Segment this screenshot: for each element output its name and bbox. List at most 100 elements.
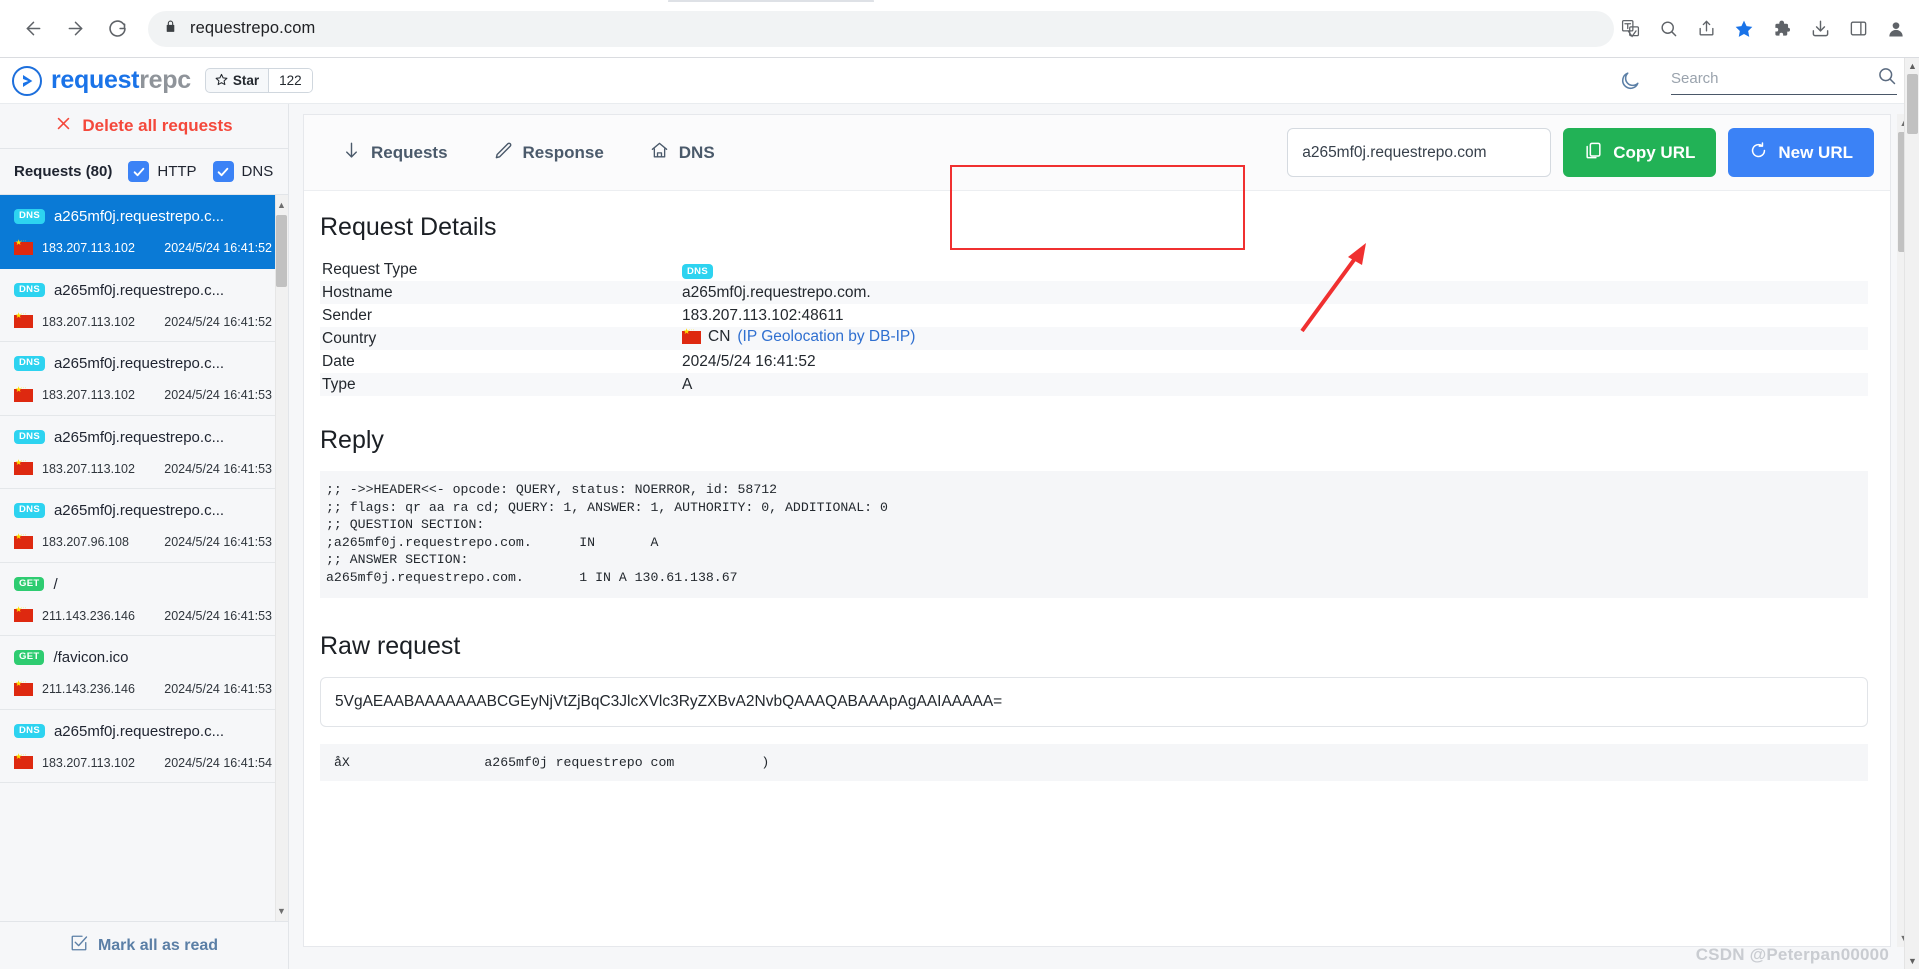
- request-host: /favicon.ico: [53, 649, 129, 666]
- detail-value: 2024/5/24 16:41:52: [682, 352, 816, 370]
- url-input-value: a265mf0j.requestrepo.com: [1302, 143, 1487, 161]
- list-item-header: DNS a265mf0j.requestrepo.c...: [14, 429, 272, 446]
- download-arrow-icon: [342, 141, 361, 165]
- ip-geolocation-link[interactable]: (IP Geolocation by DB-IP): [737, 328, 915, 346]
- request-type-badge: GET: [14, 650, 45, 665]
- request-host: a265mf0j.requestrepo.c...: [53, 281, 225, 299]
- copy-url-button[interactable]: Copy URL: [1563, 128, 1717, 177]
- search-input[interactable]: [1671, 70, 1869, 87]
- request-host: a265mf0j.requestrepo.c...: [53, 722, 225, 740]
- request-type-badge: DNS: [14, 282, 45, 298]
- star-button[interactable]: Star: [206, 69, 268, 92]
- url-input[interactable]: a265mf0j.requestrepo.com: [1287, 128, 1552, 177]
- brand-name-first: request: [51, 66, 140, 94]
- list-item-header: DNS a265mf0j.requestrepo.c...: [14, 723, 272, 740]
- country-value-group: CN (IP Geolocation by DB-IP): [682, 328, 915, 346]
- country-flag-cn-icon: [14, 533, 33, 549]
- request-ip: 183.207.96.108: [42, 535, 129, 549]
- sidebar-scrollbar-thumb[interactable]: [276, 215, 287, 287]
- tab-response[interactable]: Response: [494, 141, 604, 165]
- list-item[interactable]: DNS a265mf0j.requestrepo.c... 183.207.11…: [0, 195, 288, 269]
- request-time: 2024/5/24 16:41:52: [164, 241, 272, 255]
- tab-dns[interactable]: DNS: [650, 141, 715, 165]
- main-column: Requests Response DNS a265mf0j.requestre…: [289, 104, 1919, 969]
- main-card: Requests Response DNS a265mf0j.requestre…: [303, 114, 1891, 947]
- list-item[interactable]: GET /favicon.ico 211.143.236.146 2024/5/…: [0, 636, 288, 710]
- browser-toolbar: requestrepo.com: [0, 0, 1919, 58]
- country-flag-cn-icon: [14, 680, 33, 696]
- list-item-header: DNS a265mf0j.requestrepo.c...: [14, 502, 272, 519]
- sidebar-scrollbar[interactable]: ▲ ▼: [275, 195, 288, 921]
- list-item-meta: 183.207.113.102 2024/5/24 16:41:52: [14, 312, 272, 329]
- star-count: 122: [268, 69, 312, 92]
- search-icon[interactable]: [1877, 66, 1897, 91]
- filter-dns[interactable]: DNS: [212, 161, 273, 182]
- main-toolbar: Requests Response DNS a265mf0j.requestre…: [304, 115, 1890, 191]
- brand-logo-group[interactable]: requestrepc: [12, 65, 191, 96]
- dns-checkbox[interactable]: [212, 161, 234, 182]
- scroll-down-arrow-icon[interactable]: ▼: [276, 903, 287, 919]
- browser-nav-buttons: [14, 10, 136, 48]
- request-time: 2024/5/24 16:41:52: [164, 314, 272, 329]
- detail-content: Request Details Request Type DNS Hostnam…: [304, 191, 1890, 946]
- bookmark-star-icon[interactable]: [1728, 13, 1760, 45]
- moon-icon[interactable]: [1619, 70, 1641, 92]
- share-icon[interactable]: [1690, 13, 1722, 45]
- country-flag-cn-icon: [14, 753, 33, 769]
- list-item-header: GET /favicon.ico: [14, 649, 272, 666]
- forward-arrow-icon[interactable]: [56, 10, 94, 48]
- page-scroll-up-arrow-icon[interactable]: ▲: [1907, 58, 1918, 74]
- delete-all-requests-button[interactable]: Delete all requests: [0, 104, 288, 149]
- scroll-up-arrow-icon[interactable]: ▲: [276, 197, 287, 213]
- page-scroll-down-arrow-icon[interactable]: ▼: [1907, 953, 1918, 969]
- detail-key: Hostname: [320, 281, 680, 304]
- country-flag-cn-icon: [14, 312, 33, 328]
- profile-icon[interactable]: [1880, 13, 1912, 45]
- address-bar[interactable]: requestrepo.com: [148, 10, 1614, 47]
- country-flag-cn-icon: [14, 459, 33, 475]
- mark-all-label: Mark all as read: [97, 936, 219, 954]
- zoom-icon[interactable]: [1652, 13, 1684, 45]
- github-star-widget[interactable]: Star 122: [204, 68, 313, 93]
- list-item[interactable]: DNS a265mf0j.requestrepo.c... 183.207.11…: [0, 709, 288, 783]
- request-time: 2024/5/24 16:41:54: [164, 755, 272, 770]
- new-url-button[interactable]: New URL: [1728, 128, 1874, 177]
- request-details-table: Request Type DNS Hostname a265mf0j.reque…: [320, 258, 1868, 396]
- checkbox-check-icon: [70, 934, 88, 957]
- requests-filter-row: Requests (80) HTTP DNS: [0, 149, 288, 195]
- back-arrow-icon[interactable]: [14, 10, 52, 48]
- page-scrollbar-thumb[interactable]: [1907, 74, 1918, 134]
- list-item[interactable]: DNS a265mf0j.requestrepo.c... 183.207.11…: [0, 342, 288, 416]
- table-row: Date 2024/5/24 16:41:52: [320, 350, 1868, 373]
- list-item[interactable]: DNS a265mf0j.requestrepo.c... 183.207.96…: [0, 489, 288, 563]
- table-row: Country CN (IP Geolocation by DB-IP): [320, 327, 1868, 350]
- tab-response-label: Response: [522, 142, 604, 162]
- reload-icon[interactable]: [98, 10, 136, 48]
- requests-list[interactable]: DNS a265mf0j.requestrepo.c... 183.207.11…: [0, 195, 288, 921]
- list-item-meta: 183.207.113.102 2024/5/24 16:41:52: [14, 239, 272, 255]
- raw-request-decoded: åX a265mf0j requestrepo com ): [320, 744, 1868, 782]
- extensions-puzzle-icon[interactable]: [1766, 13, 1798, 45]
- browser-tab-stub[interactable]: [668, 0, 874, 2]
- table-row: Request Type DNS: [320, 258, 1868, 281]
- list-item[interactable]: DNS a265mf0j.requestrepo.c... 183.207.11…: [0, 268, 288, 342]
- list-item[interactable]: GET / 211.143.236.146 2024/5/24 16:41:53: [0, 562, 288, 636]
- translate-icon[interactable]: [1614, 13, 1646, 45]
- mark-all-as-read-button[interactable]: Mark all as read: [0, 921, 288, 969]
- side-panel-icon[interactable]: [1842, 13, 1874, 45]
- request-type-badge: DNS: [14, 503, 45, 518]
- tab-requests[interactable]: Requests: [342, 141, 448, 165]
- request-ip: 183.207.113.102: [42, 241, 135, 255]
- header-search[interactable]: [1671, 66, 1897, 95]
- country-flag-cn-icon: [682, 328, 701, 344]
- http-checkbox[interactable]: [128, 161, 150, 182]
- detail-key: Sender: [322, 306, 372, 324]
- country-flag-cn-icon: [14, 386, 33, 402]
- star-label: Star: [232, 73, 260, 88]
- downloads-icon[interactable]: [1804, 13, 1836, 45]
- filter-http[interactable]: HTTP: [128, 161, 197, 182]
- request-time: 2024/5/24 16:41:53: [164, 461, 272, 476]
- list-item-meta: 183.207.113.102 2024/5/24 16:41:54: [14, 753, 272, 770]
- page-scrollbar[interactable]: ▲ ▼: [1904, 58, 1919, 969]
- list-item[interactable]: DNS a265mf0j.requestrepo.c... 183.207.11…: [0, 415, 288, 489]
